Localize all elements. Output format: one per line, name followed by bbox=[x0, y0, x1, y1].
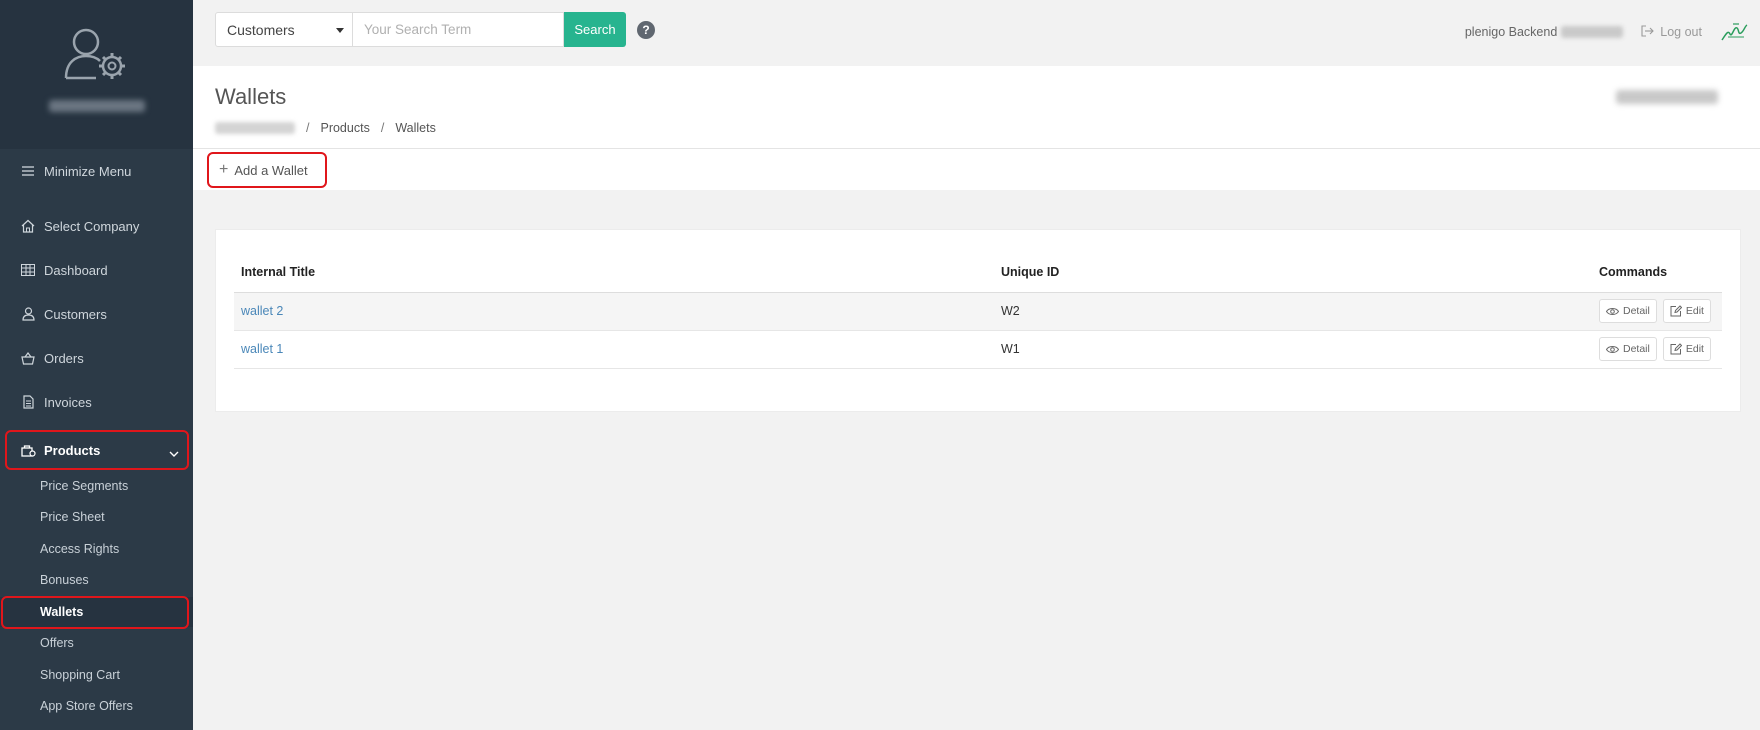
sidebar-subitem-access-rights[interactable]: Access Rights bbox=[0, 534, 193, 564]
top-bar: Customers Search ? plenigo Backend Log o… bbox=[193, 0, 1760, 66]
commands-cell: Detail Edit bbox=[1592, 330, 1722, 369]
detail-button[interactable]: Detail bbox=[1599, 337, 1657, 361]
sidebar-profile bbox=[0, 0, 193, 149]
sidebar-item-customers[interactable]: Customers bbox=[0, 296, 193, 332]
table-row: wallet 1 W1 Detail Edit bbox=[234, 330, 1722, 369]
company-name-redacted bbox=[1616, 90, 1718, 104]
wallet-title-link[interactable]: wallet 1 bbox=[241, 342, 283, 356]
sidebar-item-label: Invoices bbox=[44, 394, 92, 410]
breadcrumb-item-wallets: Wallets bbox=[395, 121, 436, 135]
column-header-internal-title: Internal Title bbox=[234, 252, 994, 293]
backend-version-redacted bbox=[1561, 26, 1624, 38]
wallets-table: Internal Title Unique ID Commands wallet… bbox=[234, 252, 1722, 369]
help-icon[interactable]: ? bbox=[637, 21, 655, 39]
backend-label: plenigo Backend bbox=[1464, 25, 1558, 39]
wallets-highlight-box bbox=[1, 596, 189, 629]
breadcrumb-company-redacted[interactable] bbox=[215, 122, 295, 134]
sidebar-subitem-price-sheet[interactable]: Price Sheet bbox=[0, 502, 193, 532]
search-scope-value: Customers bbox=[227, 21, 295, 38]
toolbar: + Add a Wallet bbox=[193, 149, 1760, 190]
edit-button[interactable]: Edit bbox=[1662, 337, 1711, 361]
document-icon bbox=[20, 394, 36, 410]
search-group: Customers Search bbox=[215, 12, 626, 47]
logout-label: Log out bbox=[1660, 25, 1702, 39]
products-icon bbox=[20, 442, 36, 458]
grid-icon bbox=[20, 262, 36, 278]
sidebar-subitem-shopping-cart[interactable]: Shopping Cart bbox=[0, 660, 193, 690]
search-button[interactable]: Search bbox=[564, 12, 626, 47]
breadcrumb-item-products[interactable]: Products bbox=[320, 121, 369, 135]
breadcrumb: / Products / Wallets bbox=[215, 121, 436, 135]
add-wallet-button[interactable]: + Add a Wallet bbox=[207, 152, 327, 188]
sidebar-subitem-label: App Store Offers bbox=[40, 699, 133, 713]
home-icon bbox=[20, 218, 36, 234]
sidebar-subitem-app-store-offers[interactable]: App Store Offers bbox=[0, 691, 193, 721]
eye-icon bbox=[1606, 345, 1619, 354]
sidebar-item-select-company[interactable]: Select Company bbox=[0, 208, 193, 244]
page-title: Wallets bbox=[215, 84, 287, 109]
sidebar-subitem-offers[interactable]: Offers bbox=[0, 628, 193, 658]
column-header-unique-id: Unique ID bbox=[994, 252, 1592, 293]
sidebar-item-orders[interactable]: Orders bbox=[0, 340, 193, 376]
sidebar-subitem-price-segments[interactable]: Price Segments bbox=[0, 471, 193, 501]
wallets-card: Internal Title Unique ID Commands wallet… bbox=[215, 229, 1741, 412]
table-header-row: Internal Title Unique ID Commands bbox=[234, 252, 1722, 293]
sidebar-subitem-bonuses[interactable]: Bonuses bbox=[0, 565, 193, 595]
sidebar-subitem-label: Price Segments bbox=[40, 479, 129, 493]
chevron-down-icon bbox=[169, 446, 179, 461]
sidebar-item-dashboard[interactable]: Dashboard bbox=[0, 252, 193, 288]
plenigo-logo-icon[interactable] bbox=[1720, 20, 1748, 44]
detail-label: Detail bbox=[1623, 343, 1650, 355]
sidebar-subitem-label: Bonuses bbox=[40, 573, 89, 587]
page-header: Wallets / Products / Wallets bbox=[193, 66, 1760, 149]
sidebar-subitem-label: Access Rights bbox=[40, 542, 120, 556]
user-settings-icon[interactable] bbox=[62, 24, 132, 82]
logout-icon bbox=[1641, 24, 1655, 40]
user-icon bbox=[20, 306, 36, 322]
sidebar-subitem-label: Price Sheet bbox=[40, 510, 105, 524]
hamburger-icon bbox=[20, 163, 36, 179]
edit-button[interactable]: Edit bbox=[1662, 299, 1711, 323]
sidebar-item-label: Dashboard bbox=[44, 262, 108, 278]
sidebar: Minimize Menu Select Company Dashboard C… bbox=[0, 0, 193, 730]
search-scope-select[interactable]: Customers bbox=[215, 12, 353, 47]
edit-icon bbox=[1670, 343, 1682, 355]
sidebar-item-label: Products bbox=[44, 442, 101, 458]
sidebar-subitem-label: Shopping Cart bbox=[40, 668, 120, 682]
basket-icon bbox=[20, 350, 36, 366]
sidebar-item-products[interactable]: Products bbox=[0, 432, 193, 468]
wallet-title-link[interactable]: wallet 2 bbox=[241, 304, 283, 318]
detail-button[interactable]: Detail bbox=[1599, 299, 1657, 323]
sidebar-item-invoices[interactable]: Invoices bbox=[0, 384, 193, 420]
caret-down-icon bbox=[336, 28, 344, 33]
detail-label: Detail bbox=[1623, 305, 1650, 317]
top-right-area: plenigo Backend Log out bbox=[1465, 20, 1760, 44]
edit-label: Edit bbox=[1685, 305, 1704, 317]
breadcrumb-separator: / bbox=[306, 121, 310, 135]
search-input[interactable] bbox=[353, 12, 564, 47]
breadcrumb-separator: / bbox=[380, 121, 385, 135]
eye-icon bbox=[1606, 307, 1619, 316]
edit-label: Edit bbox=[1685, 343, 1704, 355]
plus-icon: + bbox=[219, 161, 229, 178]
sidebar-item-label: Select Company bbox=[44, 218, 140, 234]
commands-cell: Detail Edit bbox=[1592, 292, 1722, 331]
edit-icon bbox=[1670, 305, 1682, 317]
wallet-unique-id: W2 bbox=[994, 292, 1592, 331]
sidebar-item-label: Orders bbox=[44, 350, 84, 366]
minimize-menu-button[interactable]: Minimize Menu bbox=[0, 153, 193, 189]
wallet-unique-id: W1 bbox=[994, 330, 1592, 369]
add-wallet-label: Add a Wallet bbox=[234, 162, 308, 178]
column-header-commands: Commands bbox=[1592, 252, 1722, 293]
logout-link[interactable]: Log out bbox=[1641, 24, 1702, 40]
sidebar-item-label: Customers bbox=[44, 306, 107, 322]
sidebar-subitem-label: Offers bbox=[40, 636, 74, 650]
table-row: wallet 2 W2 Detail Edit bbox=[234, 292, 1722, 331]
user-name-redacted[interactable] bbox=[48, 100, 145, 112]
minimize-menu-label: Minimize Menu bbox=[44, 163, 132, 179]
